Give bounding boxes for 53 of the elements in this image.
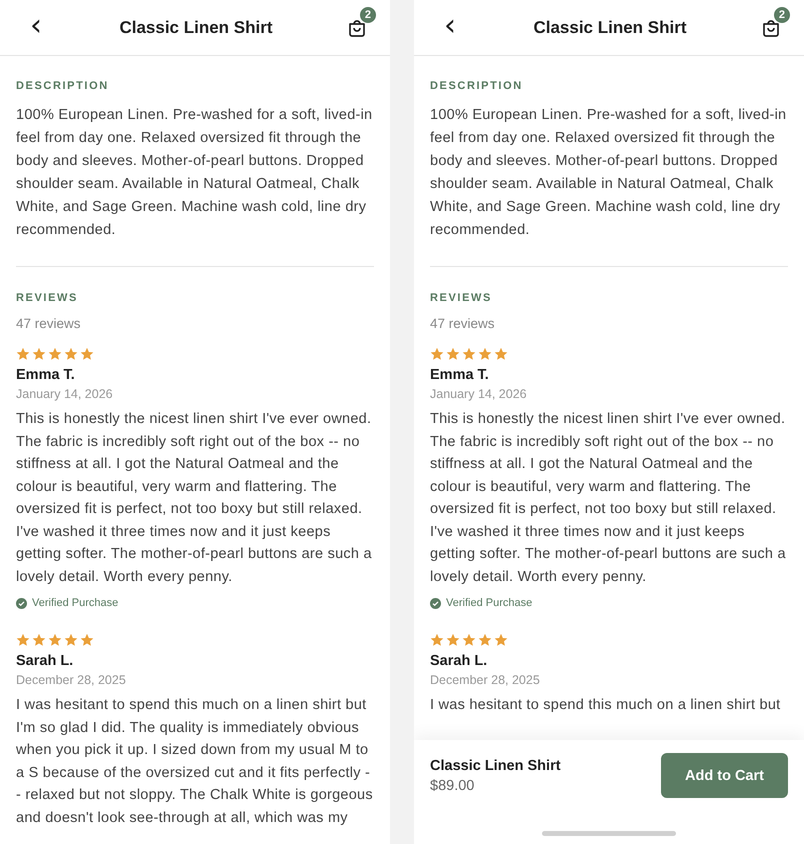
reviewer-name: Sarah L. [16,653,74,669]
cart-count-badge: 2 [360,6,376,22]
shopping-bag-icon [346,18,367,38]
review-text: I was hesitant to spend this much on a linen shirt but I'm so glad I did. The quality is immediately obvious when you pick it up. I sized down from my usual M to a S because of the oversized cut and it fits perfectly -- relaxed but not sloppy. The Chalk White is gorgeous and doesn't look see-through at all, which was my [16,696,374,828]
add-to-cart-button[interactable]: Add to Cart [661,753,788,798]
review-text: I was hesitant to spend this much on a linen shirt but [430,696,782,715]
star-icon [48,633,62,647]
review-text: This is honestly the nicest linen shirt I've ever owned. The fabric is incredibly soft right out of the box -- no stiffness at all. I got the Natural Oatmeal and the colour is beautiful, very warm and flattering. The oversized fit is perfect, not too boxy but still relaxed. I've washed it three times now and it just keeps getting softer. The mother-of-pearl buttons are such a lovely detail. Worth every penny. [16,410,373,586]
reviewer-name: Emma T. [16,367,76,383]
review-date: December 28, 2025 [430,673,541,687]
star-icon [462,633,476,647]
section-heading: REVIEWS [16,292,79,304]
star-icon [32,633,46,647]
back-button[interactable]: ‹ [440,10,460,44]
star-icon [478,347,492,361]
review-text: This is honestly the nicest linen shirt I've ever owned. The fabric is incredibly soft right out of the box -- no stiffness at all. I got the Natural Oatmeal and the colour is beautiful, very warm and flattering. The oversized fit is perfect, not too boxy but still relaxed. I've washed it three times now and it just keeps getting softer. The mother-of-pearl buttons are such a lovely detail. Worth every penny. [430,410,787,586]
screen-title: Classic Linen Shirt [119,18,273,38]
review-count: 47 reviews [16,316,82,331]
reviewer-name: Emma T. [430,367,490,383]
star-icon [48,347,62,361]
product-name: Classic Linen Shirt [430,758,561,774]
star-icon [64,347,78,361]
star-icon [462,347,476,361]
star-icon [64,633,78,647]
star-icon [80,633,94,647]
review-date: January 14, 2026 [430,387,528,401]
star-icon [446,347,460,361]
review-date: January 14, 2026 [16,387,114,401]
shopping-bag-icon [760,18,781,38]
star-icon [430,347,444,361]
section-heading: DESCRIPTION [16,80,110,92]
star-icon [80,347,94,361]
reviewer-name: Sarah L. [430,653,488,669]
star-icon [494,633,508,647]
back-button[interactable]: ‹ [26,10,46,44]
screen-title: Classic Linen Shirt [533,18,687,38]
star-icon [16,633,30,647]
verified-purchase-label: Verified Purchase [446,597,532,609]
star-icon [494,347,508,361]
section-heading: DESCRIPTION [430,80,524,92]
cart-count-badge: 2 [774,6,790,22]
star-icon [478,633,492,647]
product-price: $89.00 [430,778,476,794]
star-icon [430,633,444,647]
verified-purchase-label: Verified Purchase [32,597,118,609]
section-heading: REVIEWS [430,292,493,304]
star-icon [32,347,46,361]
description-text: 100% European Linen. Pre-washed for a soft, lived-in feel from day one. Relaxed oversized fit through the body and sleeves. Mother-of-pearl buttons. Dropped shoulder seam. Available in Natural Oatmeal, Chalk White, and Sage Green. Machine wash cold, line dry recommended. [430,106,788,240]
review-date: December 28, 2025 [16,673,127,687]
description-text: 100% European Linen. Pre-washed for a soft, lived-in feel from day one. Relaxed oversized fit through the body and sleeves. Mother-of-pearl buttons. Dropped shoulder seam. Available in Natural Oatmeal, Chalk White, and Sage Green. Machine wash cold, line dry recommended. [16,106,374,240]
review-count: 47 reviews [430,316,496,331]
star-icon [446,633,460,647]
star-icon [16,347,30,361]
